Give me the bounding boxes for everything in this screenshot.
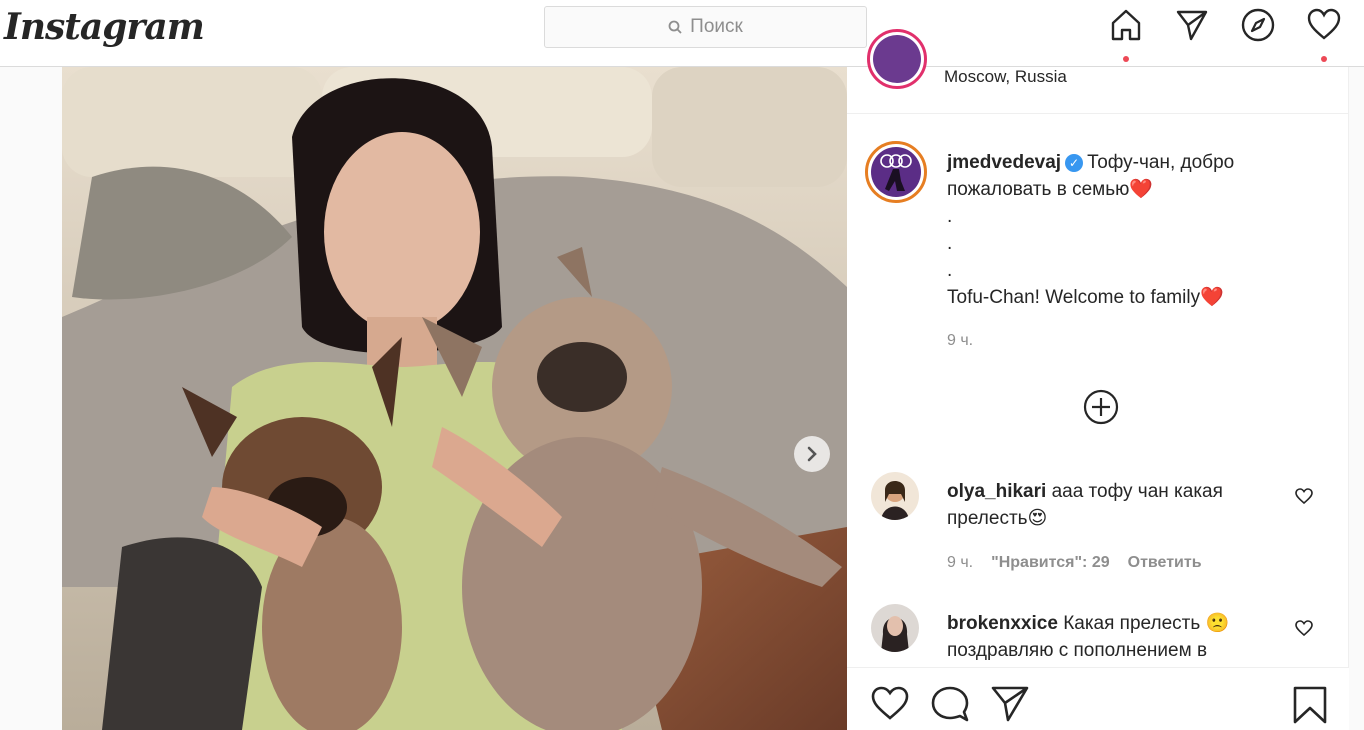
share-button[interactable] bbox=[991, 686, 1029, 727]
comment-like-button[interactable] bbox=[1295, 488, 1313, 509]
caption-text-en: Tofu-Chan! Welcome to family bbox=[947, 287, 1201, 308]
author-username[interactable]: jmedvedevaj bbox=[947, 152, 1061, 173]
direct-icon[interactable] bbox=[1174, 8, 1210, 48]
comment-body-continued: поздравляю с пополнением в bbox=[947, 640, 1208, 661]
red-heart-emoji-icon: ❤️ bbox=[1129, 179, 1154, 200]
post-side-panel: Moscow, Russia jmedvedevaj ✓ Тофу-чан, доб… bbox=[847, 29, 1349, 730]
red-heart-emoji-icon: ❤️ bbox=[1200, 287, 1224, 308]
heart-outline-icon bbox=[871, 686, 909, 720]
activity-notification-dot bbox=[1321, 56, 1327, 62]
author-avatar-header[interactable] bbox=[867, 29, 927, 89]
commenter-username[interactable]: olya_hikari bbox=[947, 481, 1046, 502]
post-caption: jmedvedevaj ✓ Тофу-чан, добро пожаловать в… bbox=[947, 149, 1327, 311]
post-timestamp[interactable]: 9 ч. bbox=[947, 332, 973, 350]
verified-badge-icon: ✓ bbox=[1065, 153, 1084, 172]
comment-like-button[interactable] bbox=[1295, 620, 1313, 641]
plus-circle-icon bbox=[1083, 389, 1119, 425]
activity-heart-icon[interactable] bbox=[1306, 8, 1342, 62]
home-icon[interactable] bbox=[1108, 8, 1144, 62]
caption-dot: . bbox=[947, 233, 953, 254]
load-more-comments-button[interactable] bbox=[1083, 389, 1119, 425]
next-image-button[interactable] bbox=[794, 436, 830, 472]
heart-outline-icon bbox=[1295, 488, 1313, 505]
like-button[interactable] bbox=[871, 686, 909, 725]
search-input[interactable]: Поиск bbox=[544, 6, 867, 48]
comment-timestamp[interactable]: 9 ч. bbox=[947, 554, 973, 571]
commenter-avatar[interactable] bbox=[871, 472, 919, 520]
reply-button[interactable]: Ответить bbox=[1128, 554, 1202, 571]
comment-body: Какая прелесть bbox=[1063, 613, 1201, 634]
search-placeholder: Поиск bbox=[690, 16, 743, 37]
top-navigation-bar: Instagram Поиск bbox=[0, 0, 1364, 67]
caption-dot: . bbox=[947, 260, 953, 281]
heart-eyes-emoji-icon: 😍 bbox=[1027, 508, 1048, 529]
direct-share-icon bbox=[991, 686, 1029, 722]
comment-meta: 9 ч. "Нравится": 29 Ответить bbox=[947, 554, 1202, 572]
post-photo[interactable] bbox=[62, 67, 847, 730]
comment-button[interactable] bbox=[931, 686, 969, 727]
bookmark-icon bbox=[1293, 686, 1327, 724]
speech-bubble-icon bbox=[931, 686, 969, 722]
home-notification-dot bbox=[1123, 56, 1129, 62]
caption-dot: . bbox=[947, 206, 953, 227]
divider bbox=[847, 113, 1349, 114]
comment-text: brokenxxice Какая прелесть 🙁 поздравляю … bbox=[947, 610, 1267, 664]
search-icon bbox=[668, 20, 682, 34]
commenter-avatar[interactable] bbox=[871, 604, 919, 652]
post-actions-bar bbox=[847, 667, 1349, 730]
instagram-logo[interactable]: Instagram bbox=[4, 6, 205, 48]
comment-likes-count[interactable]: "Нравится": 29 bbox=[991, 554, 1110, 571]
heart-outline-icon bbox=[1295, 620, 1313, 637]
chevron-right-icon bbox=[807, 446, 817, 462]
explore-icon[interactable] bbox=[1240, 8, 1276, 48]
author-avatar[interactable] bbox=[865, 141, 927, 203]
frowning-emoji-icon: 🙁 bbox=[1205, 613, 1230, 634]
save-button[interactable] bbox=[1293, 686, 1327, 729]
post-location[interactable]: Moscow, Russia bbox=[944, 67, 1067, 87]
comment-text: olya_hikari ааа тофу чан какая прелесть😍 bbox=[947, 478, 1267, 532]
commenter-username[interactable]: brokenxxice bbox=[947, 613, 1058, 634]
